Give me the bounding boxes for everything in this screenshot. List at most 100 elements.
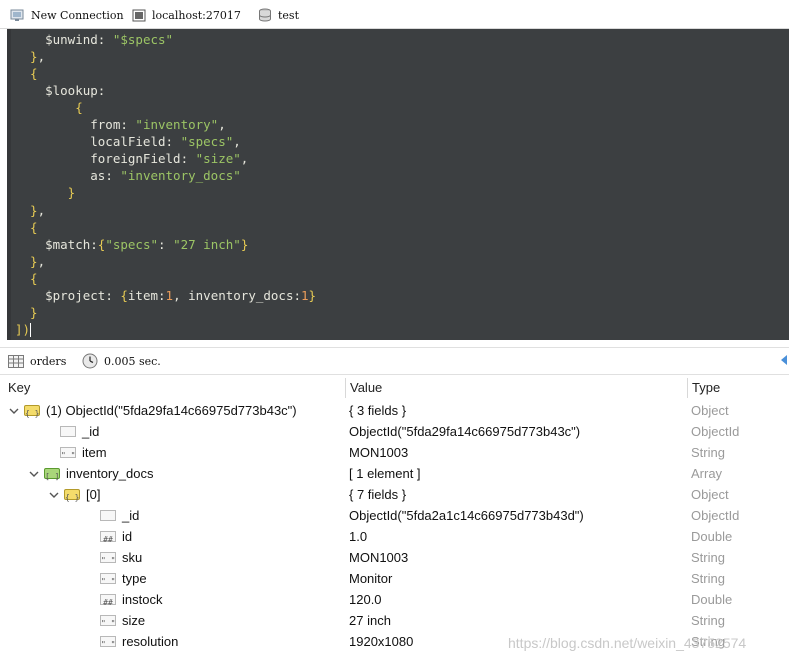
type-cell: String: [691, 550, 725, 565]
type-cell: ObjectId: [691, 508, 740, 523]
query-editor[interactable]: $unwind: "$specs" }, { $lookup: { from: …: [7, 29, 789, 340]
column-divider[interactable]: [687, 378, 688, 398]
key-cell: " " resolution: [68, 631, 178, 652]
code-line: },: [15, 48, 45, 65]
column-header-key[interactable]: Key: [8, 377, 30, 399]
array-icon: [ ]: [44, 468, 60, 481]
value-cell: MON1003: [349, 445, 409, 460]
database-tab[interactable]: test: [258, 7, 299, 23]
value-cell: Monitor: [349, 571, 393, 586]
column-divider[interactable]: [345, 378, 346, 398]
code-token: }: [15, 49, 38, 65]
objectid-icon: [60, 426, 76, 437]
code-token: {: [15, 219, 38, 235]
table-row[interactable]: _id ObjectId("5fda2a1c14c66975d773b43d") O…: [0, 505, 789, 526]
code-token: $match: [15, 236, 91, 252]
code-token: from: [15, 117, 121, 133]
table-row[interactable]: " " type Monitor String: [0, 568, 789, 589]
table-row[interactable]: ## instock 120.0 Double: [0, 589, 789, 610]
code-line: }: [15, 184, 76, 201]
type-cell: String: [691, 571, 725, 586]
value-cell: 27 inch: [349, 613, 391, 628]
number-icon: ##: [100, 531, 116, 544]
key-label: resolution: [122, 634, 179, 649]
chevron-down-icon[interactable]: [28, 468, 40, 480]
editor-gutter: [7, 29, 11, 340]
code-line: $lookup:: [15, 82, 105, 99]
value-cell: 1920x1080: [349, 634, 414, 649]
code-token: as: [15, 168, 106, 184]
code-token: {: [15, 270, 38, 286]
code-token: :: [105, 287, 121, 303]
code-token: ,: [218, 117, 226, 133]
object-icon: { }: [24, 405, 40, 418]
key-label: item: [82, 445, 107, 460]
connection-bar: New Connection localhost:27017 test: [0, 0, 789, 29]
code-token: foreignField: [15, 151, 181, 167]
table-row[interactable]: { } (1) ObjectId("5fda29fa14c66975d773b43…: [0, 400, 789, 421]
key-label: id: [122, 529, 133, 544]
code-line: $project: {item:1, inventory_docs:1}: [15, 287, 316, 304]
type-cell: String: [691, 613, 725, 628]
key-label: sku: [122, 550, 143, 565]
text-cursor: [30, 323, 32, 338]
table-row[interactable]: _id ObjectId("5fda29fa14c66975d773b43c") O…: [0, 421, 789, 442]
key-label: [0]: [86, 487, 101, 502]
code-token: "inventory_docs": [120, 168, 241, 184]
code-line: {: [15, 270, 38, 287]
code-token: :: [105, 168, 121, 184]
objectid-icon: [100, 510, 116, 521]
code-token: localField: [15, 134, 166, 150]
code-token: "$specs": [112, 32, 174, 47]
connection-name: New Connection: [31, 8, 124, 22]
code-token: :: [158, 236, 174, 252]
code-line: as: "inventory_docs": [15, 167, 241, 184]
execution-time: 0.005 sec.: [82, 353, 161, 369]
code-line: },: [15, 253, 45, 270]
table-row[interactable]: { } [0] { 7 fields } Object: [0, 484, 789, 505]
chevron-down-icon[interactable]: [8, 405, 20, 417]
table-row[interactable]: " " sku MON1003 String: [0, 547, 789, 568]
type-cell: Object: [691, 487, 729, 502]
code-token: $unwind: [15, 32, 98, 47]
column-header-value[interactable]: Value: [350, 377, 382, 399]
connection-name-tab[interactable]: New Connection: [10, 7, 124, 23]
code-token: "size": [195, 151, 241, 167]
table-row[interactable]: " " size 27 inch String: [0, 610, 789, 631]
connection-host-tab[interactable]: localhost:27017: [132, 7, 241, 23]
value-cell: MON1003: [349, 550, 409, 565]
code-token: ,: [240, 151, 249, 167]
key-cell: " " size: [68, 610, 145, 631]
type-cell: Object: [691, 403, 729, 418]
code-token: :: [90, 236, 98, 252]
value-cell: 120.0: [349, 592, 382, 607]
key-label: type: [122, 571, 147, 586]
object-icon: { }: [64, 489, 80, 502]
code-token: , inventory_docs:: [173, 287, 302, 303]
table-row[interactable]: " " item MON1003 String: [0, 442, 789, 463]
code-token: $lookup: [15, 83, 98, 99]
code-token: "specs": [180, 134, 234, 150]
key-label: size: [122, 613, 146, 628]
chevron-down-icon[interactable]: [48, 489, 60, 501]
table-row[interactable]: [ ] inventory_docs [ 1 element ] Array: [0, 463, 789, 484]
code-token: ,: [37, 49, 46, 65]
key-label: (1) ObjectId("5fda29fa14c66975d773b43c"): [46, 403, 297, 418]
server-icon: [132, 9, 146, 21]
table-row[interactable]: ## id 1.0 Double: [0, 526, 789, 547]
key-label: inventory_docs: [66, 466, 154, 481]
code-token: }: [15, 253, 38, 269]
key-label: instock: [122, 592, 163, 607]
type-cell: Array: [691, 466, 723, 481]
code-line: $match:{"specs": "27 inch"}: [15, 236, 248, 253]
scroll-left-arrow-icon[interactable]: [781, 355, 787, 365]
column-header-type[interactable]: Type: [692, 377, 720, 399]
key-cell: " " item: [28, 442, 107, 463]
code-line: localField: "specs",: [15, 133, 241, 150]
